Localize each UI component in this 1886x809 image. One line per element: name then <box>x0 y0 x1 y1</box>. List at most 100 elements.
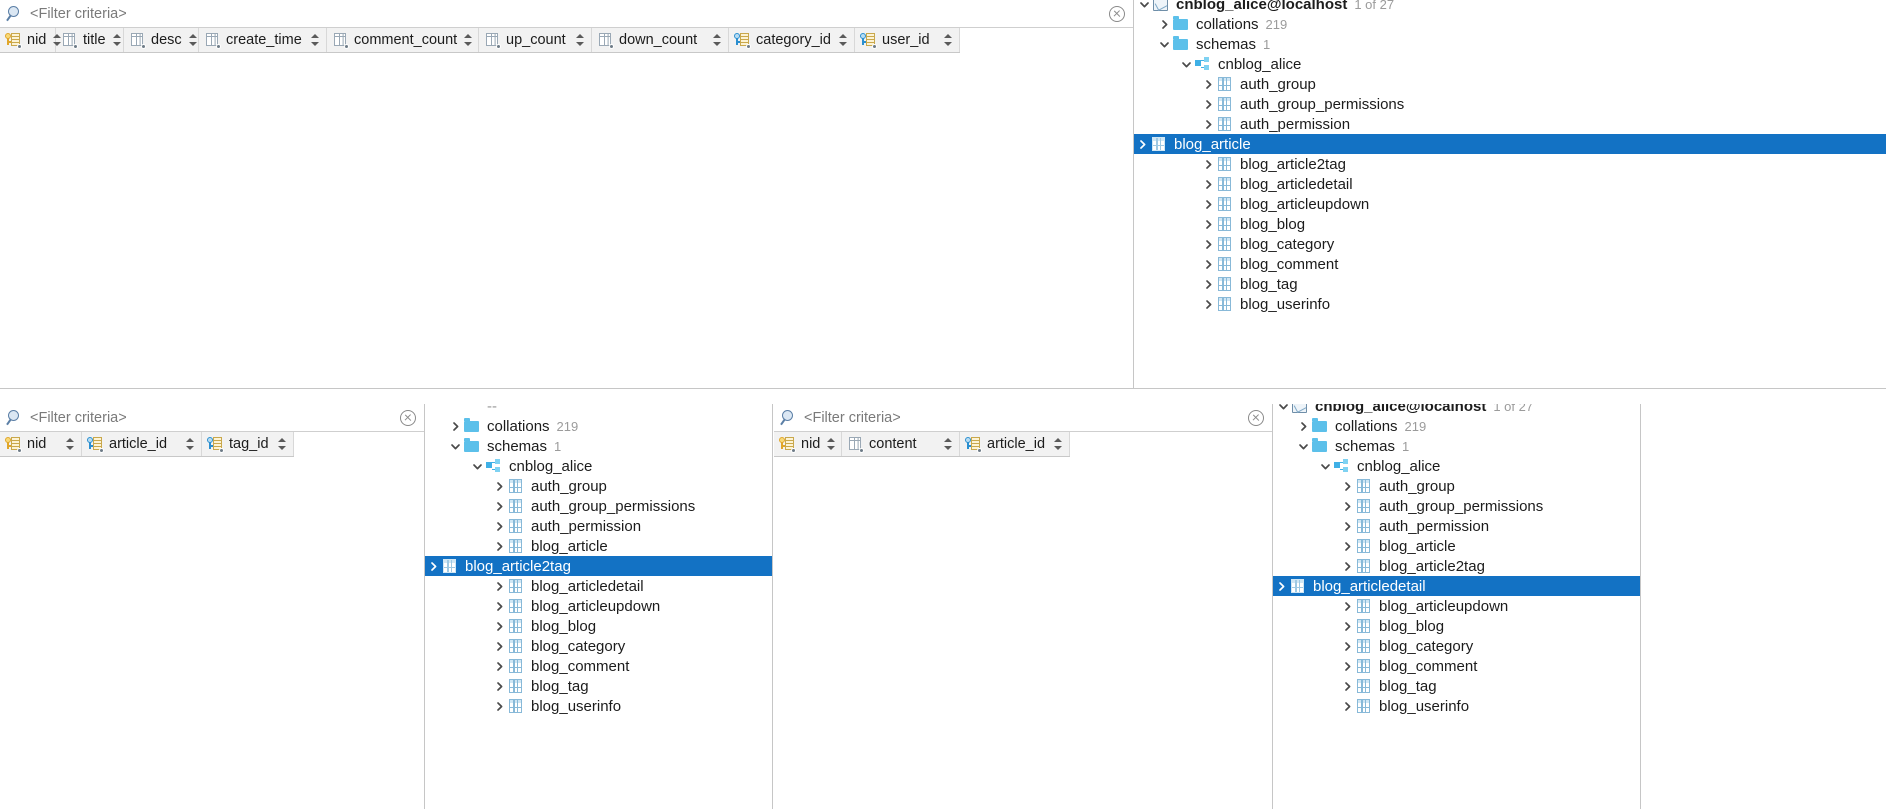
top-filter-bar[interactable]: <Filter criteria> <box>0 0 1133 28</box>
clear-filter-icon[interactable] <box>400 409 416 426</box>
tree-node-blog_blog[interactable]: blog_blog <box>425 616 772 636</box>
sort-toggle-icon[interactable] <box>1054 437 1063 451</box>
chevron-right-icon[interactable] <box>1339 518 1355 534</box>
tree-node-blog_article[interactable]: blog_article <box>425 536 772 556</box>
tree-node-blog_comment[interactable]: blog_comment <box>1134 254 1886 274</box>
chevron-down-icon[interactable] <box>1178 56 1194 72</box>
sort-toggle-icon[interactable] <box>311 33 320 47</box>
bottom-mid-filter-input[interactable]: <Filter criteria> <box>804 410 1248 426</box>
sort-toggle-icon[interactable] <box>278 437 287 451</box>
tree-node-collations[interactable]: collations 219 <box>1134 14 1886 34</box>
chevron-right-icon[interactable] <box>1339 558 1355 574</box>
chevron-right-icon[interactable] <box>491 578 507 594</box>
tree-node-blog_article[interactable]: blog_article <box>1273 536 1640 556</box>
tree-node-auth_group[interactable]: auth_group <box>1273 476 1640 496</box>
chevron-right-icon[interactable] <box>1200 116 1216 132</box>
chevron-right-icon[interactable] <box>491 498 507 514</box>
column-header-nid[interactable]: nid <box>0 28 62 52</box>
sort-toggle-icon[interactable] <box>944 33 953 47</box>
chevron-right-icon[interactable] <box>491 638 507 654</box>
column-header-article_id[interactable]: article_id <box>960 432 1070 456</box>
tree-node-blog_articledetail[interactable]: blog_articledetail <box>425 576 772 596</box>
chevron-right-icon[interactable] <box>1339 618 1355 634</box>
column-header-title[interactable]: title <box>56 28 124 52</box>
chevron-right-icon[interactable] <box>1200 96 1216 112</box>
bottom-mid-filter-bar[interactable]: <Filter criteria> <box>774 404 1272 432</box>
tree-node-blog_userinfo[interactable]: blog_userinfo <box>425 696 772 716</box>
column-header-article_id[interactable]: article_id <box>82 432 202 456</box>
chevron-right-icon[interactable] <box>1134 136 1150 152</box>
tree-node-auth_group[interactable]: auth_group <box>1134 74 1886 94</box>
sort-toggle-icon[interactable] <box>839 33 848 47</box>
tree-node-blog_article2tag[interactable]: blog_article2tag <box>1273 556 1640 576</box>
sort-toggle-icon[interactable] <box>464 33 473 47</box>
chevron-right-icon[interactable] <box>447 418 463 434</box>
chevron-right-icon[interactable] <box>1200 276 1216 292</box>
chevron-right-icon[interactable] <box>1339 478 1355 494</box>
sort-toggle-icon[interactable] <box>186 437 195 451</box>
clear-filter-icon[interactable] <box>1109 5 1125 22</box>
tree-node-blog_article2tag[interactable]: blog_article2tag <box>1134 154 1886 174</box>
column-header-category_id[interactable]: category_id <box>729 28 855 52</box>
column-header-tag_id[interactable]: tag_id <box>202 432 294 456</box>
column-header-nid[interactable]: nid <box>774 432 842 456</box>
tree-node-collations[interactable]: collations 219 <box>425 416 772 436</box>
chevron-down-icon[interactable] <box>1275 404 1291 414</box>
tree-node-auth_group_permissions[interactable]: auth_group_permissions <box>425 496 772 516</box>
tree-node-schemas[interactable]: schemas 1 <box>1273 436 1640 456</box>
tree-node-blog_comment[interactable]: blog_comment <box>425 656 772 676</box>
chevron-right-icon[interactable] <box>1200 296 1216 312</box>
chevron-right-icon[interactable] <box>1273 578 1289 594</box>
bottom-left-filter-input[interactable]: <Filter criteria> <box>30 410 400 426</box>
sort-toggle-icon[interactable] <box>188 33 198 47</box>
tree-node-blog_category[interactable]: blog_category <box>1273 636 1640 656</box>
chevron-right-icon[interactable] <box>1295 418 1311 434</box>
chevron-right-icon[interactable] <box>1200 216 1216 232</box>
chevron-right-icon[interactable] <box>491 618 507 634</box>
column-header-user_id[interactable]: user_id <box>855 28 960 52</box>
tree-node-auth_permission[interactable]: auth_permission <box>1134 114 1886 134</box>
tree-node-cnblog_alice[interactable]: cnblog_alice <box>1134 54 1886 74</box>
tree-node-schemas[interactable]: schemas 1 <box>425 436 772 456</box>
tree-root-row[interactable]: cnblog_alice@localhost 1 of 27 <box>1273 404 1640 416</box>
chevron-right-icon[interactable] <box>491 518 507 534</box>
chevron-right-icon[interactable] <box>1339 678 1355 694</box>
tree-node-blog_tag[interactable]: blog_tag <box>1273 676 1640 696</box>
chevron-right-icon[interactable] <box>1339 498 1355 514</box>
column-header-content[interactable]: content <box>842 432 960 456</box>
tree-node-schemas[interactable]: schemas 1 <box>1134 34 1886 54</box>
tree-node-blog_tag[interactable]: blog_tag <box>425 676 772 696</box>
horizontal-splitter[interactable] <box>0 388 1886 389</box>
sort-toggle-icon[interactable] <box>944 437 953 451</box>
chevron-right-icon[interactable] <box>1200 156 1216 172</box>
tree-node-blog_tag[interactable]: blog_tag <box>1134 274 1886 294</box>
tree-node-blog_articleupdown[interactable]: blog_articleupdown <box>1134 194 1886 214</box>
chevron-right-icon[interactable] <box>1339 538 1355 554</box>
chevron-right-icon[interactable] <box>491 598 507 614</box>
tree-node-blog_userinfo[interactable]: blog_userinfo <box>1273 696 1640 716</box>
column-header-nid[interactable]: nid <box>0 432 82 456</box>
column-header-up_count[interactable]: up_count <box>479 28 592 52</box>
tree-node-blog_articleupdown[interactable]: blog_articleupdown <box>1273 596 1640 616</box>
tree-node-cnblog_alice[interactable]: cnblog_alice <box>425 456 772 476</box>
tree-node-blog_articledetail[interactable]: blog_articledetail <box>1134 174 1886 194</box>
column-header-create_time[interactable]: create_time <box>199 28 327 52</box>
chevron-right-icon[interactable] <box>491 538 507 554</box>
chevron-right-icon[interactable] <box>1200 236 1216 252</box>
tree-node-blog_userinfo[interactable]: blog_userinfo <box>1134 294 1886 314</box>
tree-node-blog_comment[interactable]: blog_comment <box>1273 656 1640 676</box>
chevron-right-icon[interactable] <box>491 478 507 494</box>
sort-toggle-icon[interactable] <box>827 437 836 451</box>
sort-toggle-icon[interactable] <box>713 33 722 47</box>
tree-node-blog_category[interactable]: blog_category <box>1134 234 1886 254</box>
tree-node-blog_blog[interactable]: blog_blog <box>1134 214 1886 234</box>
chevron-right-icon[interactable] <box>491 698 507 714</box>
tree-node-blog_articleupdown[interactable]: blog_articleupdown <box>425 596 772 616</box>
chevron-right-icon[interactable] <box>1200 196 1216 212</box>
top-grid-body[interactable] <box>0 53 1133 388</box>
chevron-down-icon[interactable] <box>1136 0 1152 12</box>
tree-node-auth_permission[interactable]: auth_permission <box>1273 516 1640 536</box>
tree-node-cnblog_alice[interactable]: cnblog_alice <box>1273 456 1640 476</box>
chevron-down-icon[interactable] <box>1156 36 1172 52</box>
chevron-down-icon[interactable] <box>1317 458 1333 474</box>
